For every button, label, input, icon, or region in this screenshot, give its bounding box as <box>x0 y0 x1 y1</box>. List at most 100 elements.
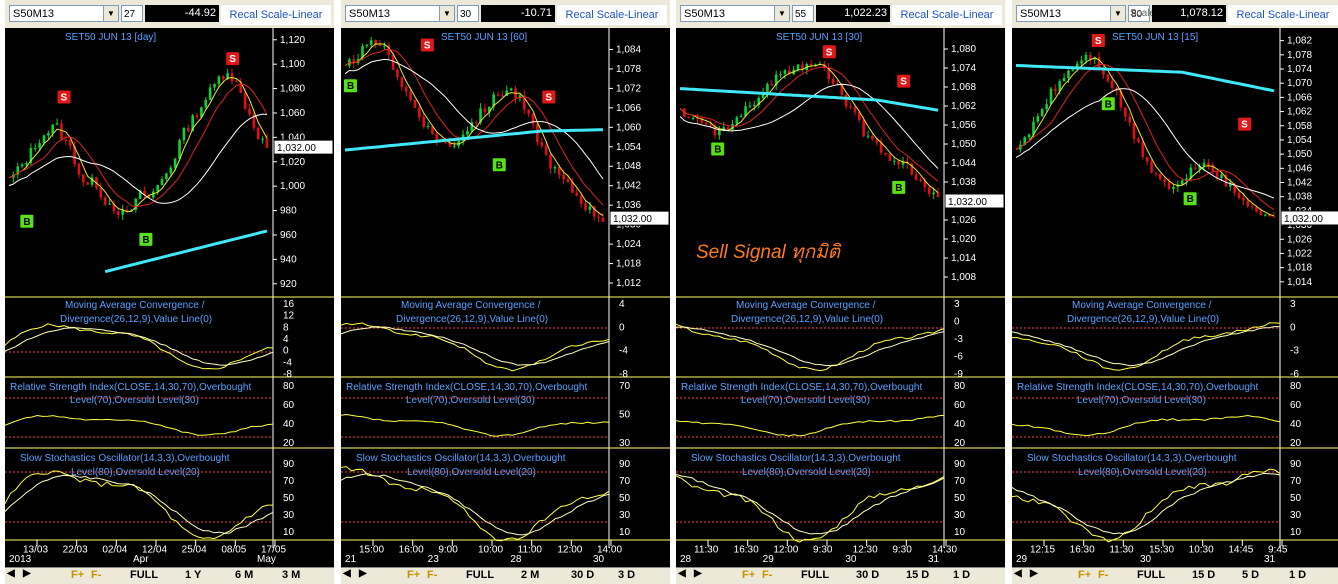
nav-button-15-d[interactable]: 15 D <box>1192 569 1215 581</box>
candle-body <box>1110 80 1114 89</box>
price-tick-label: 1,036 <box>616 200 641 211</box>
price-tick-label: 1,082 <box>1287 36 1312 47</box>
nav-button-f-[interactable]: F- <box>427 569 437 581</box>
scroll-left-icon[interactable]: ◀ <box>1014 568 1022 579</box>
nav-button-2-m[interactable]: 2 M <box>521 569 539 581</box>
nav-button-5-d[interactable]: 5 D <box>1242 569 1259 581</box>
recal-scale-button[interactable]: Recal Scale-Linear <box>557 5 667 25</box>
scroll-right-icon[interactable]: ▶ <box>694 568 702 579</box>
candle-body <box>566 179 570 182</box>
nav-button-f-[interactable]: F+ <box>71 569 84 581</box>
scroll-left-icon[interactable]: ◀ <box>343 568 351 579</box>
nav-button-full[interactable]: FULL <box>1137 569 1165 581</box>
date-label: 23 <box>428 554 440 565</box>
symbol-select[interactable]: S50M13 ▼ <box>9 5 119 22</box>
nav-button-30-d[interactable]: 30 D <box>571 569 594 581</box>
price-tick-label: 940 <box>280 254 297 265</box>
time-tick-label: 16:30 <box>1070 544 1095 555</box>
candle-body <box>575 192 579 196</box>
macd-line <box>5 323 274 370</box>
candlesticks <box>1019 51 1276 218</box>
price-tick-label: 1,070 <box>1287 78 1312 89</box>
stochastic-tick-label: 50 <box>954 493 966 504</box>
rsi-title: Relative Strength Index(CLOSE,14,30,70),… <box>346 382 587 393</box>
candle-body <box>1145 157 1149 162</box>
rsi-tick-label: 60 <box>954 400 966 411</box>
scroll-right-icon[interactable]: ▶ <box>1030 568 1038 579</box>
macd-line <box>341 322 610 372</box>
date-label: 30 <box>845 554 857 565</box>
nav-button-1-d[interactable]: 1 D <box>953 569 970 581</box>
candle-body <box>866 135 870 137</box>
nav-button-full[interactable]: FULL <box>801 569 829 581</box>
rsi-line <box>341 413 610 437</box>
macd-title: Divergence(26,12,9),Value Line(0) <box>1067 314 1219 325</box>
scroll-left-icon[interactable]: ◀ <box>678 568 686 579</box>
candle-body <box>501 95 504 97</box>
candle-body <box>33 147 37 149</box>
stochastic-tick-label: 70 <box>619 476 631 487</box>
chevron-down-icon[interactable]: ▼ <box>103 6 118 21</box>
recal-scale-button[interactable]: Recal Scale-Linear <box>221 5 331 25</box>
bar-count-field[interactable]: 55 <box>792 5 814 22</box>
nav-button-6-m[interactable]: 6 M <box>235 569 253 581</box>
nav-button-f-[interactable]: F- <box>91 569 101 581</box>
date-label: 28 <box>680 554 692 565</box>
candle-body <box>169 167 173 174</box>
rsi-title: Level(70),Oversold Level(30) <box>1077 395 1206 406</box>
candle-body <box>1054 88 1057 92</box>
bar-count-field[interactable]: 30 <box>457 5 479 22</box>
chevron-down-icon[interactable]: ▼ <box>774 6 789 21</box>
chart-pane-2: S50M13 ▼ 30 -10.71 Recal Scale-Linear 1,08… <box>341 0 670 584</box>
nav-button-3-m[interactable]: 3 M <box>282 569 300 581</box>
price-tick-label: 1,120 <box>280 35 305 46</box>
nav-button-f-[interactable]: F- <box>1098 569 1108 581</box>
rsi-line <box>676 414 945 437</box>
signal-label: B <box>1187 194 1194 205</box>
time-tick-label: 12:15 <box>1030 544 1055 555</box>
signal-label: S <box>229 54 236 65</box>
scroll-right-icon[interactable]: ▶ <box>23 568 31 579</box>
nav-button-15-d[interactable]: 15 D <box>906 569 929 581</box>
date-label: 2013 <box>9 554 32 565</box>
candle-body <box>544 145 548 155</box>
candle-body <box>1106 74 1110 81</box>
candle-body <box>796 64 800 70</box>
candle-body <box>536 124 539 143</box>
chart-pane-1: S50M13 ▼ 27 -44.92 Recal Scale-Linear 1,12… <box>5 0 334 584</box>
candle-body <box>60 123 63 140</box>
recal-scale-button[interactable]: Recal Scale-Linear <box>1228 5 1338 25</box>
chevron-down-icon[interactable]: ▼ <box>1110 6 1125 21</box>
scroll-left-icon[interactable]: ◀ <box>7 568 15 579</box>
nav-button-1-d[interactable]: 1 D <box>1289 569 1306 581</box>
price-tick-label: 1,044 <box>951 158 976 169</box>
price-tick-label: 1,062 <box>951 101 976 112</box>
candle-body <box>383 45 386 47</box>
chart-pane-4: S50M13▼ 80 Scale Type 1,078.12 Recal Sca… <box>1012 0 1338 584</box>
nav-button-1-y[interactable]: 1 Y <box>185 569 201 581</box>
nav-button-3-d[interactable]: 3 D <box>618 569 635 581</box>
time-tick-label: 11:30 <box>1109 544 1134 555</box>
symbol-select[interactable]: S50M13 ▼ <box>680 5 790 22</box>
nav-button-f-[interactable]: F+ <box>742 569 755 581</box>
scroll-right-icon[interactable]: ▶ <box>359 568 367 579</box>
symbol-select[interactable]: S50M13 ▼ <box>345 5 455 22</box>
chevron-down-icon[interactable]: ▼ <box>439 6 454 21</box>
candle-body <box>1027 134 1031 138</box>
nav-button-f-[interactable]: F+ <box>407 569 420 581</box>
macd-signal-line <box>5 327 274 366</box>
price-tick-label: 920 <box>280 279 297 290</box>
symbol-select[interactable]: S50M13 ▼ <box>1016 5 1126 22</box>
recal-scale-button[interactable]: Recal Scale-Linear <box>892 5 1002 25</box>
ma-long-line <box>344 128 604 152</box>
candle-body <box>739 116 743 118</box>
rsi-tick-label: 60 <box>1290 400 1302 411</box>
price-tick-label: 1,054 <box>1287 135 1312 146</box>
nav-button-30-d[interactable]: 30 D <box>856 569 879 581</box>
bar-count-field[interactable]: 27 <box>121 5 143 22</box>
nav-button-full[interactable]: FULL <box>466 569 494 581</box>
nav-button-f-[interactable]: F+ <box>1078 569 1091 581</box>
nav-button-f-[interactable]: F- <box>762 569 772 581</box>
candle-body <box>1084 54 1088 61</box>
nav-button-full[interactable]: FULL <box>130 569 158 581</box>
